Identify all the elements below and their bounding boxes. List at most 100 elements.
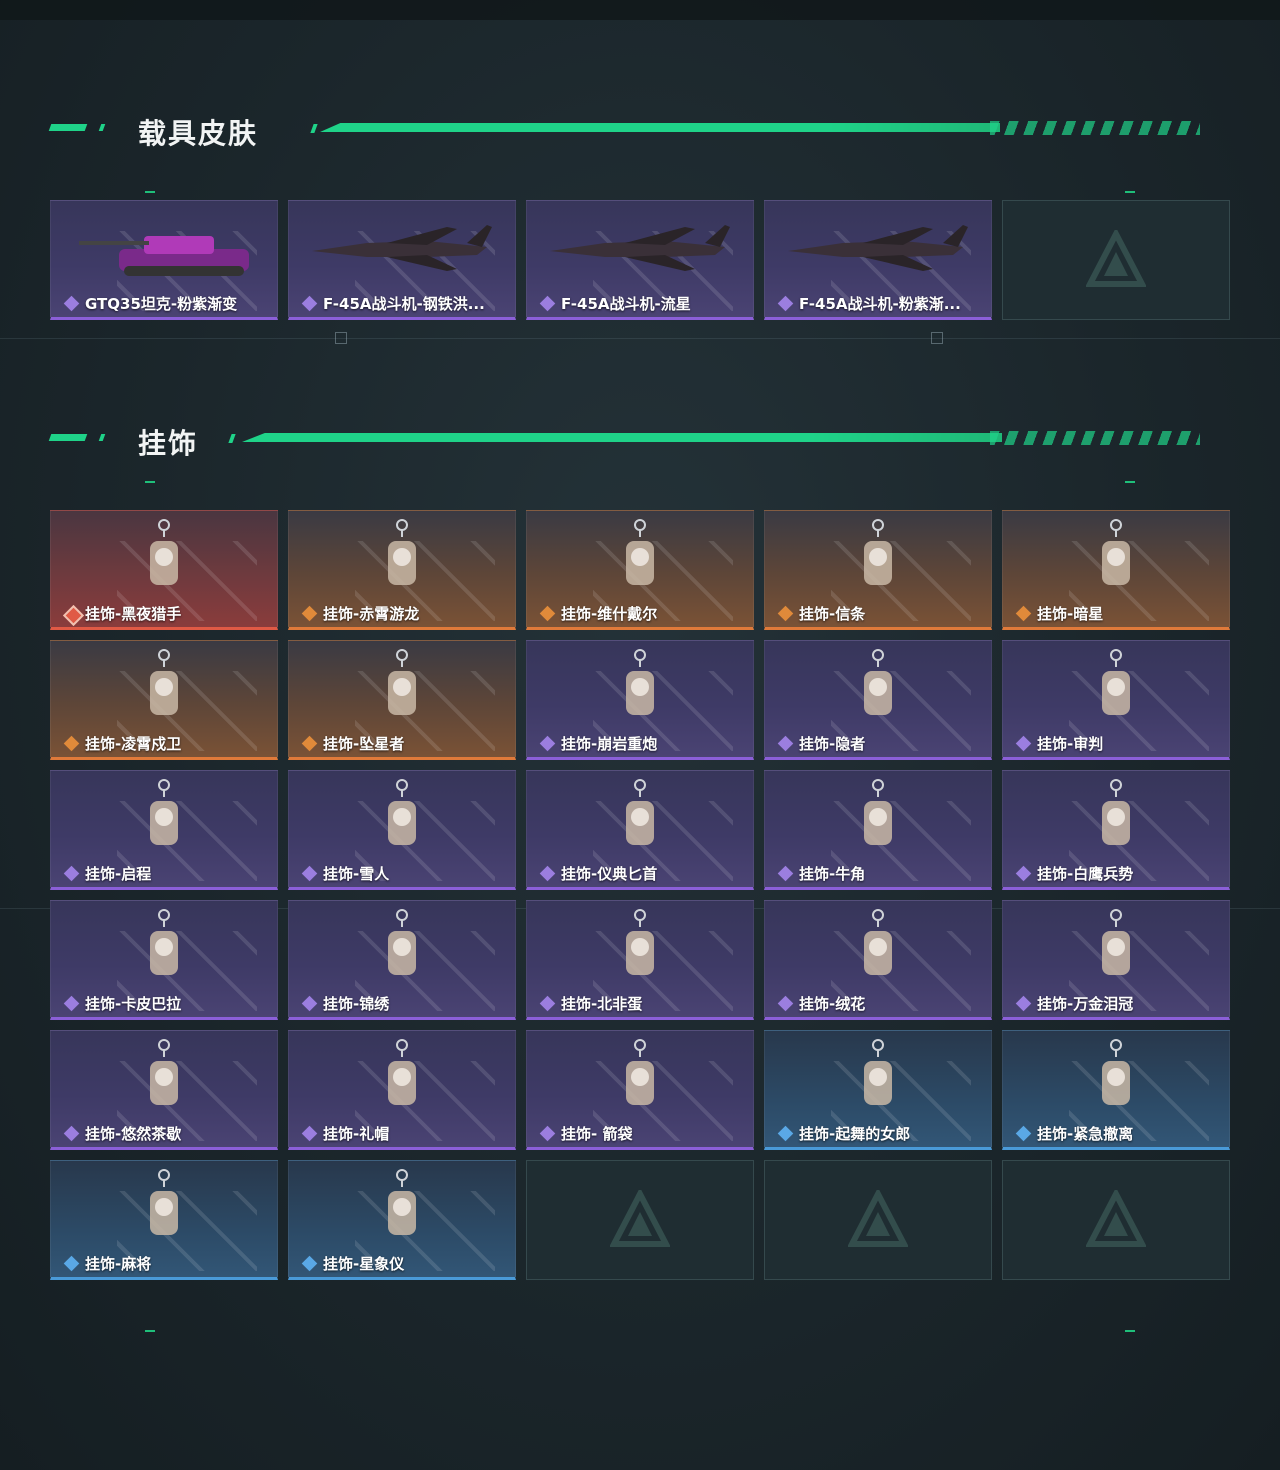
item-label: F-45A战斗机-钢铁洪... [301,293,485,314]
item-label: 挂饰-白鹰兵势 [1015,863,1133,884]
item-name: 挂饰-启程 [85,865,152,883]
figure-charm-icon [289,517,515,601]
item-label: 挂饰-礼帽 [301,1123,389,1144]
vehicle-card[interactable]: F-45A战斗机-流星 [526,200,754,320]
item-label: 挂饰-崩岩重炮 [539,733,657,754]
charm-section-header: 挂饰 [48,420,1200,460]
charm-card[interactable]: 挂饰-白鹰兵势 [1002,770,1230,890]
item-name: 挂饰-锦绣 [323,995,390,1013]
empty-slot-logo-icon [1085,227,1147,290]
charm-card[interactable]: 挂饰-雪人 [288,770,516,890]
card-charm-icon [527,517,753,601]
item-name: 挂饰-北非蛋 [561,995,643,1013]
item-name: 挂饰-崩岩重炮 [561,735,658,753]
charm-card[interactable]: 挂饰-坠星者 [288,640,516,760]
item-name: 挂饰-悠然茶歇 [85,1125,182,1143]
rarity-diamond-icon [1015,735,1033,753]
section-title: 挂饰 [138,427,199,460]
charm-card[interactable]: 挂饰-星象仪 [288,1160,516,1280]
rarity-diamond-icon [539,995,557,1013]
item-label: 挂饰-暗星 [1015,603,1103,624]
item-label: 挂饰-锦绣 [301,993,389,1014]
tank-icon [51,207,277,291]
charm-card[interactable]: 挂饰-启程 [50,770,278,890]
jet-icon [289,207,515,291]
charm-card[interactable]: 挂饰-仪典匕首 [526,770,754,890]
item-label: 挂饰-绒花 [777,993,865,1014]
quiver-charm-icon [527,1037,753,1121]
orb-charm-icon [289,1167,515,1251]
item-label: 挂饰-卡皮巴拉 [63,993,181,1014]
rarity-diamond-icon [777,865,795,883]
charm-card[interactable]: 挂饰-北非蛋 [526,900,754,1020]
charm-card[interactable]: 挂饰-绒花 [764,900,992,1020]
food-charm-icon [527,907,753,991]
header-checker [990,431,1200,445]
item-name: 挂饰-信条 [799,605,866,623]
empty-slot [1002,1160,1230,1280]
item-name: 挂饰-牛角 [799,865,866,883]
rarity-diamond-icon [63,735,81,753]
rarity-diamond-icon [63,1255,81,1273]
vehicle-card[interactable]: GTQ35坦克-粉紫渐变 [50,200,278,320]
vehicle-section-header: 载具皮肤 [48,110,1200,150]
item-name: 挂饰- 箭袋 [561,1125,633,1143]
charm-card[interactable]: 挂饰-万金泪冠 [1002,900,1230,1020]
charm-card[interactable]: 挂饰-隐者 [764,640,992,760]
charm-card[interactable]: 挂饰-赤霄游龙 [288,510,516,630]
rarity-diamond-icon [777,995,795,1013]
empty-slot-logo-icon [1085,1187,1147,1250]
charm-card[interactable]: 挂饰-审判 [1002,640,1230,760]
charm-card[interactable]: 挂饰-凌霄戍卫 [50,640,278,760]
charm-card[interactable]: 挂饰-维什戴尔 [526,510,754,630]
item-name: F-45A战斗机-粉紫渐... [799,295,961,313]
rarity-diamond-icon [777,1125,795,1143]
charm-card[interactable]: 挂饰-卡皮巴拉 [50,900,278,1020]
rarity-diamond-icon [1015,605,1033,623]
hat-charm-icon [289,1037,515,1121]
figure-charm-icon [51,647,277,731]
item-name: 挂饰-凌霄戍卫 [85,735,182,753]
charm-card[interactable]: 挂饰-悠然茶歇 [50,1030,278,1150]
charm-card[interactable]: 挂饰-礼帽 [288,1030,516,1150]
item-name: 挂饰-维什戴尔 [561,605,658,623]
rarity-diamond-icon [1015,865,1033,883]
charm-card[interactable]: 挂饰-牛角 [764,770,992,890]
charm-card[interactable]: 挂饰-崩岩重炮 [526,640,754,760]
charm-card[interactable]: 挂饰-黑夜猎手 [50,510,278,630]
header-checker [990,121,1200,135]
item-name: 挂饰-隐者 [799,735,866,753]
charm-card[interactable]: 挂饰-信条 [764,510,992,630]
rarity-diamond-icon [301,1125,319,1143]
item-label: GTQ35坦克-粉紫渐变 [63,293,237,314]
figure-charm-icon [527,647,753,731]
item-name: 挂饰-赤霄游龙 [323,605,420,623]
horn-charm-icon [765,777,991,861]
item-label: 挂饰-黑夜猎手 [63,603,181,624]
charm-card[interactable]: 挂饰-紧急撤离 [1002,1030,1230,1150]
decor-tick [1125,1330,1135,1332]
decor-tick [1125,481,1135,483]
item-label: 挂饰-信条 [777,603,865,624]
card-charm-icon [1003,647,1229,731]
item-name: 挂饰-万金泪冠 [1037,995,1134,1013]
charm-card[interactable]: 挂饰-麻将 [50,1160,278,1280]
figure-charm-icon [51,517,277,601]
item-name: 挂饰-起舞的女郎 [799,1125,911,1143]
charm-card[interactable]: 挂饰-暗星 [1002,510,1230,630]
item-label: 挂饰-万金泪冠 [1015,993,1133,1014]
charm-card[interactable]: 挂饰-锦绣 [288,900,516,1020]
animal-charm-icon [51,907,277,991]
vehicle-card[interactable]: F-45A战斗机-钢铁洪... [288,200,516,320]
vehicle-card[interactable]: F-45A战斗机-粉紫渐... [764,200,992,320]
item-label: 挂饰-坠星者 [301,733,404,754]
charm-icon [765,517,991,601]
item-name: 挂饰-暗星 [1037,605,1104,623]
rarity-diamond-icon [539,865,557,883]
flower-charm-icon [765,907,991,991]
header-bar [320,123,1000,132]
dancer-charm-icon [765,1037,991,1121]
charm-card[interactable]: 挂饰- 箭袋 [526,1030,754,1150]
charm-card[interactable]: 挂饰-起舞的女郎 [764,1030,992,1150]
item-name: 挂饰-审判 [1037,735,1104,753]
